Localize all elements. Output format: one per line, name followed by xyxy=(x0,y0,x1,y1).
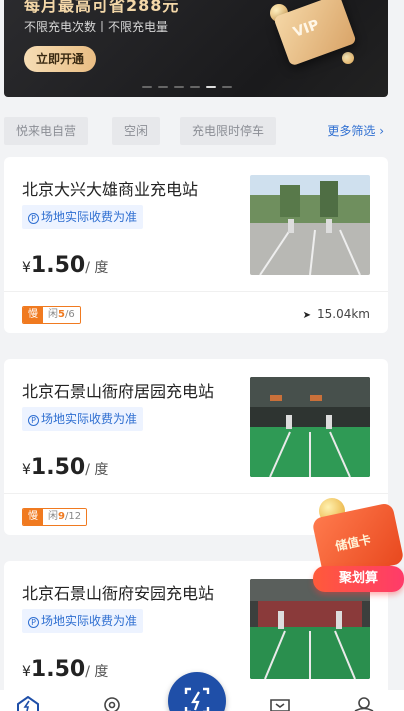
stored-value-card-promo[interactable]: 储值卡 聚划算 xyxy=(311,496,404,598)
filter-chip-limited-parking[interactable]: 充电限时停车 xyxy=(180,117,277,145)
station-photo xyxy=(250,377,370,477)
idle-number: 9 xyxy=(58,511,65,522)
idle-label: 闲 xyxy=(48,511,58,522)
parking-icon: P xyxy=(28,213,39,224)
fee-note-text: 场地实际收费为准 xyxy=(41,412,138,426)
idle-count: 闲5/6 xyxy=(43,307,80,323)
station-card[interactable]: 北京大兴大雄商业充电站 P 场地实际收费为准 ¥1.50/ 度 慢闲5/6 ➤ 15… xyxy=(4,157,388,333)
distance-text: 15.04km xyxy=(317,307,370,321)
filter-chip-self-operated[interactable]: 悦来电自营 xyxy=(4,117,89,145)
idle-label: 闲 xyxy=(48,309,58,320)
station-name: 北京大兴大雄商业充电站 xyxy=(22,180,199,199)
parking-icon: P xyxy=(28,415,39,426)
carousel-dot-active xyxy=(206,86,216,88)
promo-ribbon: 聚划算 xyxy=(313,566,404,592)
slow-charger-badge: 慢闲5/6 xyxy=(22,306,81,324)
fee-note-text: 场地实际收费为准 xyxy=(41,210,138,224)
scan-icon xyxy=(184,687,210,711)
vip-card-text: VIP xyxy=(291,16,322,41)
filter-chip-idle[interactable]: 空闲 xyxy=(112,117,161,145)
distance-info[interactable]: ➤ 15.04km xyxy=(303,307,370,321)
vip-banner[interactable]: 每月最高可省288元 不限充电次数丨不限充电量 立即开通 VIP xyxy=(4,0,388,97)
price-value: 1.50 xyxy=(30,253,86,278)
carousel-indicator xyxy=(142,86,232,88)
price-unit: / 度 xyxy=(85,462,109,478)
banner-subtitle: 不限充电次数丨不限充电量 xyxy=(24,20,169,34)
carousel-dot xyxy=(174,86,184,88)
filter-bar: 悦来电自营 空闲 充电限时停车 更多筛选 › xyxy=(4,117,388,145)
price-value: 1.50 xyxy=(30,455,86,480)
idle-number: 5 xyxy=(58,309,65,320)
navigation-arrow-icon: ➤ xyxy=(302,310,311,321)
orders-icon[interactable] xyxy=(268,696,292,711)
station-name: 北京石景山衙府居园充电站 xyxy=(22,382,215,401)
carousel-dot xyxy=(222,86,232,88)
scan-charge-button[interactable] xyxy=(168,672,226,711)
card-divider xyxy=(4,493,388,494)
carousel-dot xyxy=(158,86,168,88)
station-photo xyxy=(250,175,370,275)
charger-type: 慢 xyxy=(23,307,43,323)
open-vip-button[interactable]: 立即开通 xyxy=(24,46,97,72)
carousel-dot xyxy=(142,86,152,88)
slow-charger-badge: 慢闲9/12 xyxy=(22,508,88,526)
parking-icon: P xyxy=(28,617,39,628)
more-filters-link[interactable]: 更多筛选 › xyxy=(327,117,384,145)
station-price: ¥1.50/ 度 xyxy=(22,253,108,278)
idle-count: 闲9/12 xyxy=(43,509,87,525)
banner-title: 每月最高可省288元 xyxy=(24,0,180,15)
total-number: /12 xyxy=(64,511,82,522)
price-value: 1.50 xyxy=(30,657,86,682)
fee-note-tag: P 场地实际收费为准 xyxy=(22,407,144,431)
total-number: /6 xyxy=(64,309,75,320)
fee-note-text: 场地实际收费为准 xyxy=(41,614,138,628)
price-unit: / 度 xyxy=(85,260,109,276)
price-unit: / 度 xyxy=(85,664,109,680)
station-price: ¥1.50/ 度 xyxy=(22,455,108,480)
station-name: 北京石景山衙府安园充电站 xyxy=(22,584,215,603)
price-currency: ¥ xyxy=(22,664,31,680)
card-divider xyxy=(4,291,388,292)
profile-icon[interactable] xyxy=(352,696,376,711)
fee-note-tag: P 场地实际收费为准 xyxy=(22,205,144,229)
carousel-dot xyxy=(190,86,200,88)
charger-type: 慢 xyxy=(23,509,43,525)
coin-icon xyxy=(342,52,354,64)
location-icon[interactable] xyxy=(100,696,124,711)
home-icon[interactable] xyxy=(16,696,40,711)
station-price: ¥1.50/ 度 xyxy=(22,657,108,682)
fee-note-tag: P 场地实际收费为准 xyxy=(22,609,144,633)
price-currency: ¥ xyxy=(22,260,31,276)
price-currency: ¥ xyxy=(22,462,31,478)
